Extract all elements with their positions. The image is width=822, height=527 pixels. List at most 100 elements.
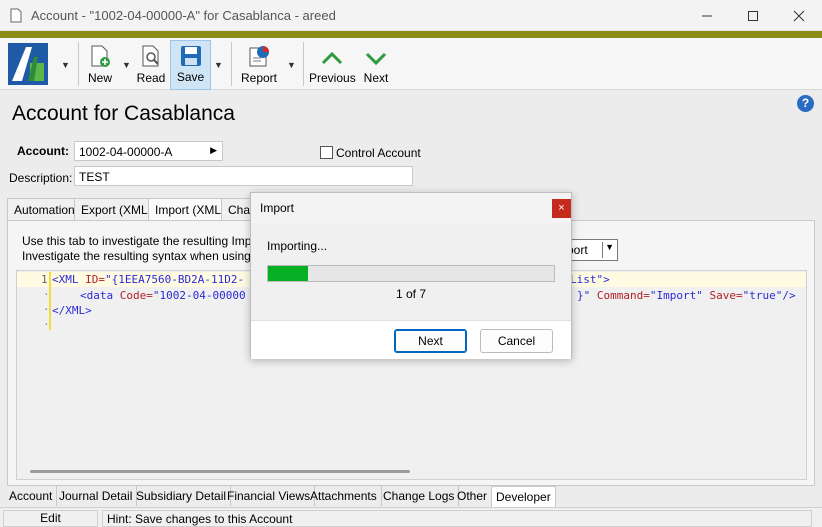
toolbar-separator [78,42,79,86]
description-field[interactable]: TEST [74,166,413,186]
xml-attr: Code= [119,289,153,302]
dialog-close-button[interactable]: × [552,199,571,218]
dialog-title-bar: Import × [251,193,571,223]
import-progress-fill [268,266,309,281]
report-button[interactable]: Report [237,40,281,90]
xml-tag: /> [782,289,796,302]
title-bar: Account - "1002-04-00000-A" for Casablan… [0,0,822,31]
import-progress-count: 1 of 7 [395,287,427,301]
save-dropdown-button[interactable]: ▼ [211,40,227,90]
chevron-down-icon: ▼ [605,242,614,252]
dialog-title: Import [260,201,295,215]
tab-account[interactable]: Account [5,486,58,506]
new-dropdown-icon[interactable]: ▼ [122,60,131,70]
close-window-button[interactable] [776,0,822,31]
tab-automation[interactable]: Automation [7,198,82,220]
report-dropdown-icon[interactable]: ▼ [287,60,296,70]
report-label: Report [240,71,278,85]
previous-button[interactable]: Previous [309,40,356,90]
xml-value: "true" [742,289,783,302]
maximize-icon [748,10,758,21]
read-document-icon [142,45,159,67]
save-button[interactable]: Save [170,40,211,90]
dialog-body: Importing... 1 of 7 [251,223,571,320]
xml-value: "{1EEA7560-BD2A-11D2- [105,273,245,286]
account-value: 1002-04-00000-A [79,145,173,159]
maximize-button[interactable] [730,0,776,31]
status-bar: Edit Hint: Save changes to this Account [0,507,822,527]
toolbar: ▼ New ▼ Read Save ▼ Report ▼ Previous Ne… [0,38,822,90]
tab-subsidiary-detail[interactable]: Subsidiary Detail [132,486,232,506]
tab-other[interactable]: Other [453,486,493,506]
line-marker: · [43,288,50,301]
account-field[interactable]: 1002-04-00000-A ▶ [74,141,223,161]
control-account-label: Control Account [336,146,421,160]
line-marker: · [43,303,50,316]
description-label: Description: [9,171,73,185]
status-hint: Hint: Save changes to this Account [102,510,812,527]
app-logo-button[interactable] [6,40,50,90]
save-label: Save [176,70,205,84]
help-icon[interactable]: ? [797,95,814,112]
next-record-button[interactable]: Next [359,40,393,90]
account-lookup-icon[interactable]: ▶ [210,145,217,156]
new-document-icon [91,45,110,67]
minimize-icon [702,15,712,16]
chevron-up-icon [321,51,343,65]
page-title: Account for Casablanca [12,102,235,125]
read-button[interactable]: Read [134,40,168,90]
xml-value: "Import" [649,289,703,302]
import-progress-bar [267,265,555,282]
xml-value: "1002-04-00000 [152,289,246,302]
tab-developer[interactable]: Developer [491,486,556,508]
save-disk-icon [180,46,201,66]
read-label: Read [136,71,166,85]
xml-value: List"> [570,273,610,286]
xml-tag: <XML [52,273,86,286]
close-icon [793,10,805,21]
next-button[interactable]: Next [394,329,467,353]
xml-tag: <data [80,289,120,302]
app-menu-dropdown-icon[interactable]: ▼ [61,60,70,70]
window-title: Account - "1002-04-00000-A" for Casablan… [31,8,336,23]
description-value: TEST [79,170,110,184]
tab-journal-detail[interactable]: Journal Detail [55,486,138,506]
next-record-label: Next [363,71,389,85]
select-divider [602,242,603,258]
previous-label: Previous [309,71,356,85]
info-text-line1: Use this tab to investigate the resultin… [22,234,266,248]
tab-export-xml[interactable]: Export (XML) [74,198,159,220]
save-dropdown-icon: ▼ [214,60,223,70]
import-dialog: Import × Importing... 1 of 7 Next Cancel [250,192,572,359]
control-account-checkbox[interactable] [320,146,333,159]
xml-attr: ID= [85,273,105,286]
horizontal-scrollbar[interactable] [30,470,410,473]
dialog-footer: Next Cancel [251,320,571,359]
code-line-1-tail: List"> [570,273,610,286]
tab-financial-views[interactable]: Financial Views [223,486,316,506]
new-label: New [87,71,112,85]
account-label: Account: [17,144,69,158]
cancel-button[interactable]: Cancel [480,329,553,353]
xml-attr: Command= [590,289,650,302]
xml-attr: Save= [702,289,743,302]
report-icon [249,46,269,67]
code-line-3: </XML> [52,304,92,317]
info-text-line2: Investigate the resulting syntax when us… [22,249,270,263]
tab-import-xml[interactable]: Import (XML) [148,198,233,221]
toolbar-separator [231,42,232,86]
minimize-button[interactable] [684,0,730,31]
toolbar-separator [303,42,304,86]
code-line-2-tail: }" Command="Import" Save="true"/> [577,289,796,302]
chevron-down-icon [365,52,387,66]
tab-change-logs[interactable]: Change Logs [379,486,460,506]
status-mode: Edit [3,510,98,527]
new-button[interactable]: New [84,40,116,90]
line-number: 1 [41,273,48,286]
accent-strip [0,31,822,38]
importing-status: Importing... [267,239,328,253]
tab-attachments[interactable]: Attachments [306,486,382,506]
document-icon [10,8,22,23]
code-line-2: <data Code="1002-04-00000 [80,289,246,302]
xml-value: }" [577,289,591,302]
